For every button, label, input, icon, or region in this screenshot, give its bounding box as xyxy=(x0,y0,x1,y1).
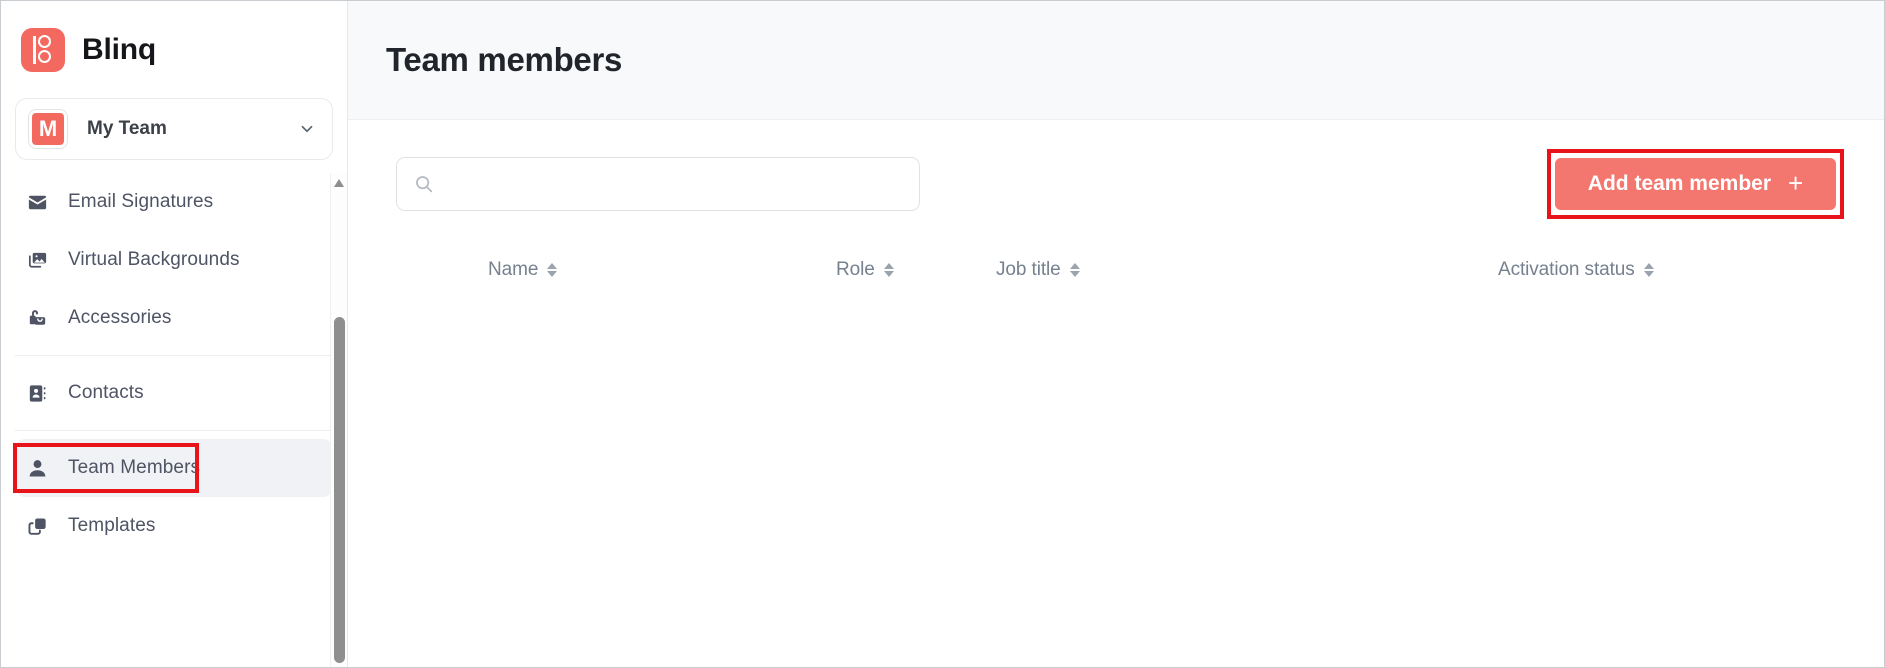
person-icon xyxy=(25,456,49,480)
page-header: Team members xyxy=(348,1,1884,120)
column-header-activation-status[interactable]: Activation status xyxy=(1356,259,1836,281)
address-book-icon xyxy=(25,381,49,405)
scroll-up-arrow-icon[interactable] xyxy=(334,179,344,187)
table-header-row: Name Role Job title Activation status xyxy=(396,259,1836,281)
sidebar: Blinq M My Team Email Signatures Virtual… xyxy=(1,1,348,667)
blinq-logo-icon xyxy=(21,28,65,72)
sidebar-item-virtual-backgrounds[interactable]: Virtual Backgrounds xyxy=(15,231,333,289)
column-label: Role xyxy=(836,259,875,280)
sidebar-item-label: Virtual Backgrounds xyxy=(68,249,240,270)
search-input[interactable] xyxy=(445,174,903,194)
main-content: Team members Add team member + Name Role… xyxy=(348,1,1884,667)
envelope-icon xyxy=(25,190,49,214)
team-switcher[interactable]: M My Team xyxy=(15,98,333,160)
toolbar: Add team member + xyxy=(348,120,1884,219)
sidebar-group-3: Team Members Templates xyxy=(1,439,347,555)
column-header-job-title[interactable]: Job title xyxy=(996,259,1356,281)
column-header-name[interactable]: Name xyxy=(396,259,836,281)
sort-icon[interactable] xyxy=(883,263,894,277)
sidebar-item-label: Team Members xyxy=(68,457,201,478)
sidebar-group-2: Contacts xyxy=(1,364,347,422)
image-icon xyxy=(25,248,49,272)
brand[interactable]: Blinq xyxy=(1,1,347,81)
sidebar-item-label: Templates xyxy=(68,515,156,536)
add-team-member-label: Add team member xyxy=(1587,172,1772,195)
team-name-label: My Team xyxy=(87,118,167,139)
sidebar-item-contacts[interactable]: Contacts xyxy=(15,364,333,422)
sort-icon[interactable] xyxy=(547,263,558,277)
scrollbar-thumb[interactable] xyxy=(334,317,345,663)
column-label: Activation status xyxy=(1498,259,1635,280)
sidebar-item-label: Email Signatures xyxy=(68,191,214,212)
column-header-role[interactable]: Role xyxy=(836,259,996,281)
brand-name: Blinq xyxy=(82,33,156,66)
sort-icon[interactable] xyxy=(1643,263,1654,277)
sidebar-item-accessories[interactable]: Accessories xyxy=(15,289,333,347)
add-team-member-wrapper: Add team member + xyxy=(1547,149,1844,219)
page-title: Team members xyxy=(386,41,623,78)
search-box[interactable] xyxy=(396,157,920,211)
sidebar-divider xyxy=(15,430,333,431)
team-members-table: Name Role Job title Activation status xyxy=(348,259,1884,541)
search-icon xyxy=(413,173,435,195)
copy-icon xyxy=(25,514,49,538)
table-body xyxy=(396,281,1836,541)
column-label: Job title xyxy=(996,259,1061,280)
sort-icon[interactable] xyxy=(1069,263,1080,277)
sidebar-nav: Email Signatures Virtual Backgrounds Acc… xyxy=(1,173,347,667)
sidebar-item-email-signatures[interactable]: Email Signatures xyxy=(15,173,333,231)
sidebar-group-1: Email Signatures Virtual Backgrounds Acc… xyxy=(1,173,347,347)
sidebar-item-team-members[interactable]: Team Members xyxy=(13,439,333,497)
plus-icon: + xyxy=(1788,168,1804,198)
team-avatar: M xyxy=(28,109,68,149)
bag-icon xyxy=(25,306,49,330)
column-label: Name xyxy=(488,259,539,280)
team-avatar-initial: M xyxy=(32,113,64,145)
add-team-member-button[interactable]: Add team member + xyxy=(1555,158,1836,210)
chevron-down-icon[interactable] xyxy=(298,120,316,138)
app-window: Blinq M My Team Email Signatures Virtual… xyxy=(0,0,1885,668)
sidebar-item-label: Contacts xyxy=(68,382,144,403)
sidebar-scrollbar[interactable] xyxy=(330,173,347,667)
sidebar-item-templates[interactable]: Templates xyxy=(15,497,333,555)
sidebar-divider xyxy=(15,355,333,356)
sidebar-item-label: Accessories xyxy=(68,307,172,328)
